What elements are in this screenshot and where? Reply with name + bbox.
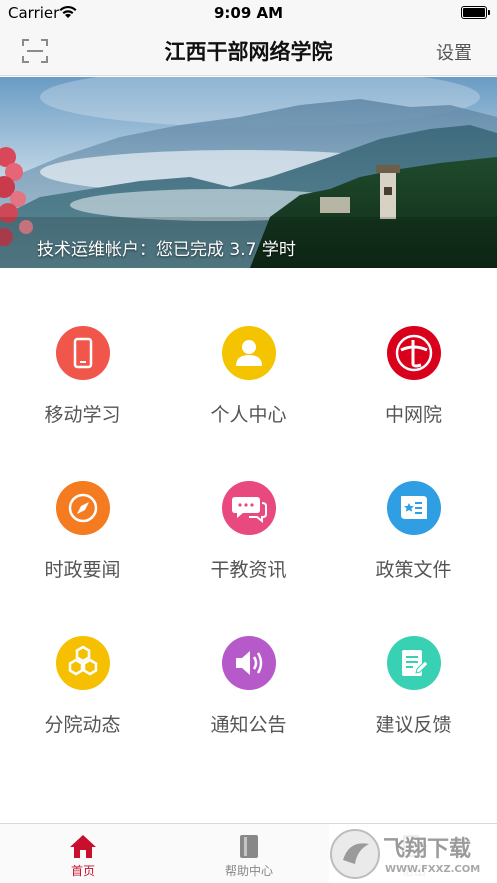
study-hours-text: 技术运维帐户：您已完成 3.7 学时 xyxy=(37,240,296,260)
grid-item-feedback[interactable]: 建议反馈 xyxy=(331,578,496,736)
grid-item-label: 通知公告 xyxy=(210,714,287,736)
speaker-icon xyxy=(222,636,276,690)
page-title: 江西干部网络学院 xyxy=(164,40,333,64)
grid-item-branch-news[interactable]: 分院动态 xyxy=(0,578,165,736)
clock: 9:09 AM xyxy=(213,4,284,22)
chat-bubbles-icon xyxy=(222,481,276,535)
grid-item-current-affairs[interactable]: 时政要闻 xyxy=(0,423,165,581)
banner[interactable]: 技术运维帐户：您已完成 3.7 学时 xyxy=(0,77,497,268)
cela-logo-icon xyxy=(387,326,441,380)
tab-label: 帮助中心 xyxy=(224,864,273,878)
book-icon xyxy=(240,835,258,858)
mobile-phone-icon xyxy=(56,326,110,380)
navigation-bar: 江西干部网络学院 设置 xyxy=(0,26,497,76)
scan-icon[interactable] xyxy=(20,37,50,65)
grid-item-policy-documents[interactable]: 政策文件 xyxy=(331,423,496,581)
tab-home[interactable]: 首页 xyxy=(0,824,166,883)
grid-item-label: 建议反馈 xyxy=(375,714,452,736)
compass-icon xyxy=(56,481,110,535)
watermark-text: 飞翔下载 xyxy=(383,836,471,862)
user-icon xyxy=(222,326,276,380)
tab-label: 首页 xyxy=(70,864,95,878)
grid-item-notices[interactable]: 通知公告 xyxy=(166,578,331,736)
grid-item-label: 分院动态 xyxy=(44,714,121,736)
feature-grid: 移动学习 个人中心 中网院 时政要闻 干教资讯 政策文件 分院动态 通知公告 建… xyxy=(0,268,497,823)
tab-help-center[interactable]: 帮助中心 xyxy=(166,824,332,883)
edit-note-icon xyxy=(387,636,441,690)
document-star-icon xyxy=(387,481,441,535)
settings-button[interactable]: 设置 xyxy=(436,39,472,65)
battery-icon xyxy=(461,6,490,19)
hexagons-icon xyxy=(56,636,110,690)
grid-item-personal-center[interactable]: 个人中心 xyxy=(166,268,331,426)
grid-item-cela[interactable]: 中网院 xyxy=(331,268,496,426)
watermark-url: WWW.FXXZ.COM xyxy=(385,864,480,875)
grid-item-cadre-news[interactable]: 干教资讯 xyxy=(166,423,331,581)
watermark-logo: 飞翔下载 WWW.FXXZ.COM xyxy=(329,824,497,883)
home-icon xyxy=(70,835,96,858)
status-bar: Carrier 9:09 AM xyxy=(0,0,497,26)
grid-item-mobile-learning[interactable]: 移动学习 xyxy=(0,268,165,426)
